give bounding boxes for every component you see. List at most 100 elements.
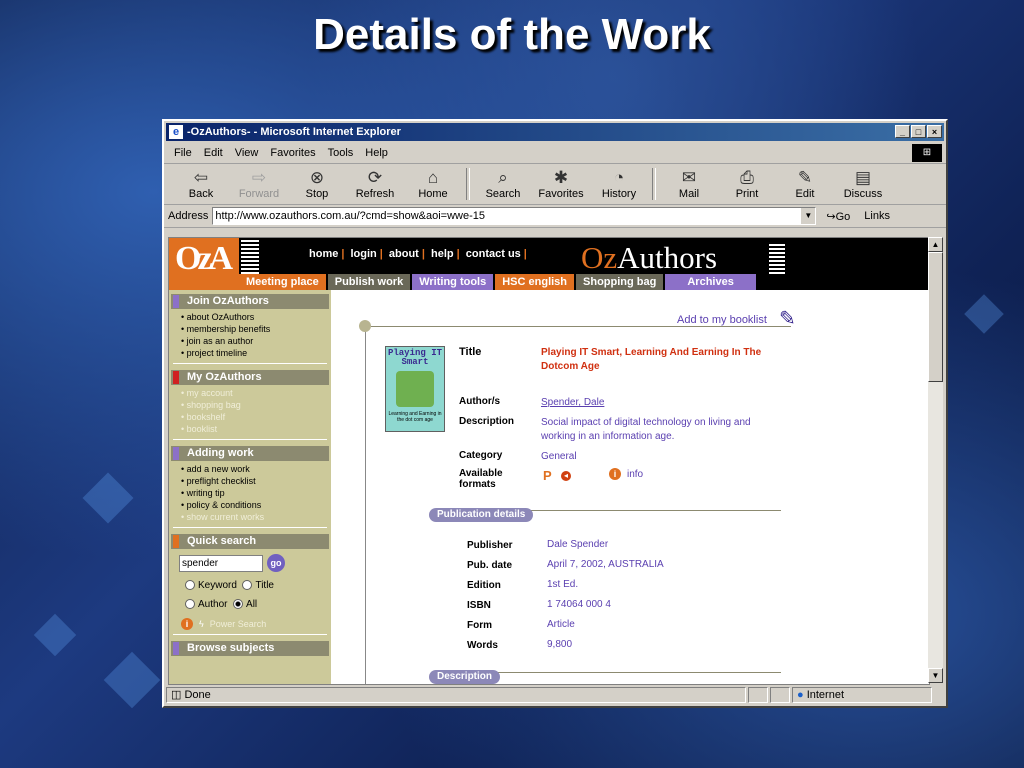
scroll-thumb[interactable] <box>928 252 943 382</box>
tab-publish-work[interactable]: Publish work <box>327 274 411 290</box>
menu-tools[interactable]: Tools <box>328 147 354 159</box>
address-input[interactable]: http://www.ozauthors.com.au/?cmd=show&ao… <box>212 207 817 225</box>
sidebar-link[interactable]: booklist <box>169 423 331 435</box>
status-bar: ◫ Done ● Internet <box>166 686 944 704</box>
menu-favorites[interactable]: Favorites <box>270 147 315 159</box>
close-button[interactable]: × <box>927 125 942 138</box>
edition-label: Edition <box>467 580 501 591</box>
window-titlebar[interactable]: e -OzAuthors- - Microsoft Internet Explor… <box>166 123 944 141</box>
tab-shopping-bag[interactable]: Shopping bag <box>576 274 664 290</box>
work-details: Add to my booklist ✎ Playing IT Smart Le… <box>331 290 929 684</box>
quick-search-input[interactable]: spender <box>179 555 263 572</box>
edit-button[interactable]: ✎ Edit <box>776 168 834 200</box>
radio-title[interactable] <box>242 580 253 591</box>
sidebar-heading-browse: Browse subjects <box>171 641 329 656</box>
history-icon: ◔ <box>613 168 625 187</box>
nav-contact-us[interactable]: contact us <box>466 248 521 260</box>
status-text-cell: ◫ Done <box>166 687 746 703</box>
printer-icon: ⎙ <box>740 168 754 187</box>
add-to-booklist-link[interactable]: Add to my booklist <box>677 314 767 326</box>
tab-meeting-place[interactable]: Meeting place <box>239 274 326 290</box>
print-format-icon[interactable]: P <box>543 468 552 483</box>
format-info-link[interactable]: i info <box>609 468 643 480</box>
history-button[interactable]: ◔ History <box>590 168 648 200</box>
minimize-button[interactable]: _ <box>895 125 910 138</box>
sidebar-link[interactable]: about OzAuthors <box>169 311 331 323</box>
home-button[interactable]: ⌂ Home <box>404 168 462 200</box>
scroll-up-button[interactable]: ▲ <box>928 237 943 252</box>
discuss-button[interactable]: ▤ Discuss <box>834 168 892 200</box>
menu-view[interactable]: View <box>235 147 259 159</box>
favorites-button[interactable]: ✱ Favorites <box>532 168 590 200</box>
refresh-button[interactable]: ⟳ Refresh <box>346 168 404 200</box>
sidebar-link[interactable]: add a new work <box>169 463 331 475</box>
divider <box>371 326 791 327</box>
sidebar-link[interactable]: bookshelf <box>169 411 331 423</box>
radio-author[interactable] <box>185 599 195 610</box>
nav-home[interactable]: home <box>309 248 338 260</box>
publisher-value: Dale Spender <box>547 539 609 550</box>
forward-button[interactable]: ⇨ Forward <box>230 168 288 200</box>
sidebar-link[interactable]: membership benefits <box>169 323 331 335</box>
words-value: 9,800 <box>547 639 573 650</box>
menu-file[interactable]: File <box>174 147 192 159</box>
links-button[interactable]: Links <box>864 210 890 222</box>
decorative-stripes <box>241 240 259 274</box>
publisher-label: Publisher <box>467 540 513 551</box>
sidebar-link[interactable]: project timeline <box>169 347 331 359</box>
window-title: -OzAuthors- - Microsoft Internet Explore… <box>187 126 401 138</box>
print-button[interactable]: ⎙ Print <box>718 168 776 200</box>
divider <box>173 527 327 528</box>
sidebar-link[interactable]: preflight checklist <box>169 475 331 487</box>
nav-about[interactable]: about <box>389 248 419 260</box>
sidebar: Join OzAuthors about OzAuthors membershi… <box>169 290 331 684</box>
divider <box>365 325 366 684</box>
sidebar-link[interactable]: my account <box>169 387 331 399</box>
vertical-scrollbar[interactable]: ▲ ▼ <box>928 237 943 683</box>
back-arrow-icon: ⇦ <box>193 168 209 187</box>
windows-logo-icon: ⊞ <box>912 144 942 162</box>
maximize-button[interactable]: □ <box>911 125 926 138</box>
sidebar-heading-join: Join OzAuthors <box>171 294 329 309</box>
sidebar-link[interactable]: show current works <box>169 511 331 523</box>
radio-all[interactable] <box>233 599 244 610</box>
mail-button[interactable]: ✉ Mail <box>660 168 718 200</box>
author-link[interactable]: Spender, Dale <box>541 396 604 410</box>
form-label: Form <box>467 620 492 631</box>
tab-writing-tools[interactable]: Writing tools <box>412 274 494 290</box>
chevron-down-icon[interactable]: ▼ <box>801 208 816 224</box>
power-search-link[interactable]: i ϟ Power Search <box>169 618 331 630</box>
address-label: Address <box>168 210 209 222</box>
sidebar-link[interactable]: writing tip <box>169 487 331 499</box>
radio-keyword[interactable] <box>185 580 195 591</box>
sidebar-link[interactable]: join as an author <box>169 335 331 347</box>
section-tabs: Meeting place Publish work Writing tools… <box>239 274 758 290</box>
menu-edit[interactable]: Edit <box>204 147 223 159</box>
sidebar-link[interactable]: shopping bag <box>169 399 331 411</box>
info-icon: i <box>609 468 621 480</box>
tab-hsc-english[interactable]: HSC english <box>495 274 575 290</box>
mail-icon: ✉ <box>681 168 697 187</box>
tab-archives[interactable]: Archives <box>665 274 756 290</box>
menu-bar: File Edit View Favorites Tools Help ⊞ <box>164 143 946 164</box>
sidebar-heading-adding: Adding work <box>171 446 329 461</box>
stop-button[interactable]: ⊗ Stop <box>288 168 346 200</box>
nav-login[interactable]: login <box>350 248 376 260</box>
ozauthors-logo[interactable]: OzA <box>169 238 239 290</box>
search-button[interactable]: ⌕ Search <box>474 168 532 200</box>
category-link[interactable]: General <box>541 450 577 464</box>
background-diamond <box>82 472 134 524</box>
search-go-button[interactable]: go <box>267 554 285 572</box>
page-icon: ◫ <box>171 689 185 701</box>
sidebar-heading-my: My OzAuthors <box>171 370 329 385</box>
back-button[interactable]: ⇦ Back <box>172 168 230 200</box>
status-cell <box>770 687 790 703</box>
scroll-down-button[interactable]: ▼ <box>928 668 943 683</box>
menu-help[interactable]: Help <box>365 147 388 159</box>
search-options: Author All <box>169 599 331 610</box>
cd-format-icon[interactable]: ◂ <box>561 471 571 481</box>
sidebar-link[interactable]: policy & conditions <box>169 499 331 511</box>
nav-help[interactable]: help <box>431 248 454 260</box>
go-button[interactable]: ↪Go <box>826 210 850 223</box>
pencil-icon[interactable]: ✎ <box>779 306 805 330</box>
